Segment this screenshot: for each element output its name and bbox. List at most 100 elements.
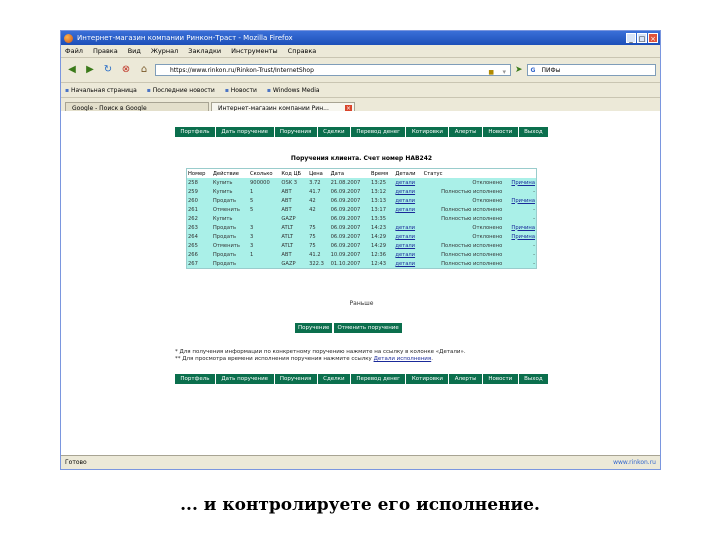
execution-details-link[interactable]: Детали исполнения xyxy=(374,356,432,362)
nav-portfolio[interactable]: Портфель xyxy=(175,374,216,384)
reason-link[interactable]: Причина xyxy=(511,225,535,231)
nav-exit[interactable]: Выход xyxy=(519,374,548,384)
nav-new-order[interactable]: Дать поручение xyxy=(216,374,275,384)
table-row: 258 Купить 900000 OSK 3 3.72 21.08.2007 13:25 д… xyxy=(187,178,536,187)
menu-edit[interactable]: Правка xyxy=(93,45,118,57)
cell-action: Отменить xyxy=(212,206,240,213)
site-nav-bottom: Портфель Дать поручение Поручения Сделки… xyxy=(175,374,548,384)
table-row: 259 Купить 1 ABT 41.7 06.09.2007 13:12 детали По… xyxy=(187,187,536,196)
cell-qty xyxy=(249,259,280,268)
cell-details: детали xyxy=(394,187,422,196)
nav-transfer[interactable]: Перевод денег xyxy=(351,127,407,137)
details-link[interactable]: детали xyxy=(395,234,415,240)
cancel-order-button[interactable]: Отменить поручение xyxy=(333,322,403,334)
table-row: 262 Купить GAZP 06.09.2007 13:35 Полностью ис… xyxy=(187,214,536,223)
cell-details: детали xyxy=(394,178,422,187)
reload-icon[interactable]: ↻ xyxy=(101,63,115,77)
nav-orders[interactable]: Поручения xyxy=(275,374,318,384)
nav-news[interactable]: Новости xyxy=(483,374,519,384)
menu-history[interactable]: Журнал xyxy=(151,45,178,57)
nav-quotes[interactable]: Котировки xyxy=(406,374,450,384)
nav-alerts[interactable]: Алерты xyxy=(449,374,483,384)
details-link[interactable]: детали xyxy=(395,225,415,231)
go-icon[interactable]: ➤ xyxy=(515,65,523,75)
bookmark-item[interactable]: Windows Media xyxy=(267,87,320,94)
back-link[interactable]: Раньше xyxy=(175,300,548,307)
home-icon[interactable]: ⌂ xyxy=(137,63,151,77)
back-arrow-icon[interactable]: ◀ xyxy=(65,63,79,77)
reason-link[interactable]: Причина xyxy=(511,198,535,204)
cell-action: Продать xyxy=(212,251,237,258)
table-row: 267 Продать GAZP 322.3 01.10.2007 12:43 детали… xyxy=(187,259,536,268)
nav-exit[interactable]: Выход xyxy=(519,127,548,137)
cell-qty: 3 xyxy=(249,224,254,231)
new-order-button[interactable]: Поручение xyxy=(294,322,334,334)
cell-num: 264 xyxy=(188,233,198,240)
details-link[interactable]: детали xyxy=(395,189,415,195)
minimize-button[interactable]: _ xyxy=(626,33,636,43)
nav-transfer[interactable]: Перевод денег xyxy=(351,374,407,384)
cell-qty: 900000 xyxy=(249,179,270,186)
bookmark-item[interactable]: Начальная страница xyxy=(65,87,137,94)
cell-price: 3.72 xyxy=(309,179,321,186)
reason-link[interactable]: Причина xyxy=(511,180,535,186)
cell-price: 41.2 xyxy=(309,251,321,258)
nav-deals[interactable]: Сделки xyxy=(318,127,351,137)
reason-link[interactable]: Причина xyxy=(511,234,535,240)
menu-tools[interactable]: Инструменты xyxy=(231,45,278,57)
nav-new-order[interactable]: Дать поручение xyxy=(216,127,275,137)
dropdown-icon[interactable]: ▾ xyxy=(502,66,506,78)
menu-bookmarks[interactable]: Закладки xyxy=(188,45,221,57)
cell-status: Полностью исполнено xyxy=(441,242,503,249)
details-link[interactable]: детали xyxy=(395,207,415,213)
nav-portfolio[interactable]: Портфель xyxy=(175,127,216,137)
cell-code: ABT xyxy=(281,188,292,195)
menu-file[interactable]: Файл xyxy=(65,45,83,57)
cell-code: GAZP xyxy=(281,260,296,267)
details-link[interactable]: детали xyxy=(395,198,415,204)
cell-code: GAZP xyxy=(281,215,296,222)
cell-details: детали xyxy=(394,250,422,259)
cell-extra: - xyxy=(533,242,535,249)
orders-table: Номер Действие Сколько Код ЦБ Цена Дата … xyxy=(186,168,537,269)
menu-help[interactable]: Справка xyxy=(288,45,317,57)
nav-quotes[interactable]: Котировки xyxy=(406,127,450,137)
nav-alerts[interactable]: Алерты xyxy=(449,127,483,137)
details-link[interactable]: детали xyxy=(395,261,415,267)
menu-view[interactable]: Вид xyxy=(128,45,141,57)
url-input[interactable]: https://www.rinkon.ru/Rinkon-Trust/Inter… xyxy=(155,64,511,76)
cell-num: 263 xyxy=(188,224,198,231)
cell-qty: 3 xyxy=(249,233,254,240)
cell-action: Продать xyxy=(212,260,237,267)
page-content: Портфель Дать поручение Поручения Сделки… xyxy=(61,111,660,455)
search-input[interactable]: G ПИФы xyxy=(526,64,656,76)
status-text: Готово xyxy=(65,459,87,466)
nav-deals[interactable]: Сделки xyxy=(318,374,351,384)
bookmarks-toolbar: Начальная страница Последние новости Нов… xyxy=(61,83,660,98)
cell-date: 06.09.2007 xyxy=(330,215,361,222)
bookmark-item[interactable]: Последние новости xyxy=(147,87,215,94)
cell-date: 06.09.2007 xyxy=(330,197,361,204)
cell-price: 42 xyxy=(309,206,316,213)
cell-num: 266 xyxy=(188,251,198,258)
title-bar: Интернет-магазин компании Ринкон-Траст -… xyxy=(61,31,660,45)
stop-icon[interactable]: ⊗ xyxy=(119,63,133,77)
close-button[interactable]: × xyxy=(648,33,658,43)
nav-orders[interactable]: Поручения xyxy=(275,127,318,137)
details-link[interactable]: детали xyxy=(395,252,415,258)
cell-action: Купить xyxy=(212,179,233,186)
cell-price: 41.7 xyxy=(309,188,321,195)
details-link[interactable]: детали xyxy=(395,180,415,186)
cell-num: 262 xyxy=(188,215,198,222)
cell-action: Продать xyxy=(212,197,237,204)
column-header: Статус xyxy=(422,169,504,178)
cell-price: 75 xyxy=(309,233,316,240)
maximize-button[interactable]: □ xyxy=(637,33,647,43)
cell-num: 259 xyxy=(188,188,198,195)
cell-date: 21.08.2007 xyxy=(330,179,361,186)
details-link[interactable]: детали xyxy=(395,243,415,249)
nav-news[interactable]: Новости xyxy=(483,127,519,137)
cell-extra: - xyxy=(533,251,535,258)
bookmark-item[interactable]: Новости xyxy=(225,87,257,94)
forward-arrow-icon[interactable]: ▶ xyxy=(83,63,97,77)
